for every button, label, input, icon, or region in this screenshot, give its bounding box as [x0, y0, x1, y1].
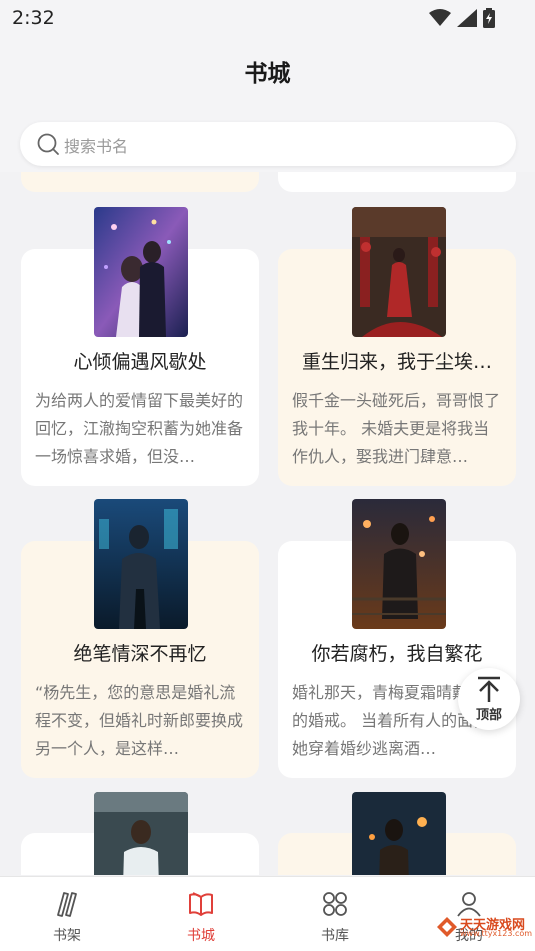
site-watermark: 天天游戏网 www.ttyx123.com — [436, 914, 532, 940]
book-cover-image[interactable] — [352, 207, 446, 337]
wifi-icon — [429, 9, 451, 26]
signal-icon — [457, 9, 477, 27]
search-bar-container: 搜索书名 — [0, 100, 535, 172]
back-to-top-label: 顶部 — [475, 708, 502, 723]
arrow-up-icon — [478, 676, 500, 702]
book-cover-image[interactable] — [94, 792, 188, 875]
search-icon — [37, 133, 59, 155]
nav-label: 书架 — [53, 928, 81, 944]
nav-label: 书城 — [187, 928, 215, 944]
nav-item-bookstore[interactable]: 书城 — [134, 877, 268, 951]
book-description: 为给两人的爱情留下最美好的回忆，江澈掏空积蓄为她准备一场惊喜求婚，但没… — [35, 391, 244, 466]
book-cover-image[interactable] — [94, 207, 188, 337]
status-time: 2:32 — [12, 7, 55, 29]
book-title: 心倾偏遇风歇处 — [73, 351, 207, 373]
battery-icon — [483, 8, 495, 28]
nav-item-library[interactable]: 书库 — [268, 877, 402, 951]
grid-icon — [323, 892, 347, 916]
book-grid[interactable]: 心倾偏遇风歇处 为给两人的爱情留下最美好的回忆，江澈掏空积蓄为她准备一场惊喜求婚… — [0, 166, 535, 875]
book-title: 绝笔情深不再忆 — [73, 643, 207, 665]
watermark-logo-icon — [437, 917, 457, 937]
page-title: 书城 — [244, 61, 291, 87]
book-title: 你若腐朽，我自繁花 — [311, 643, 483, 665]
status-bar: 2:32 — [0, 0, 535, 36]
bookshelf-icon — [57, 892, 77, 917]
back-to-top-button[interactable]: 顶部 — [458, 668, 520, 730]
book-title: 重生归来，我于尘埃… — [301, 351, 492, 373]
watermark-url: www.ttyx123.com — [460, 929, 533, 938]
book-open-icon — [189, 892, 213, 916]
book-cover-image[interactable] — [352, 792, 446, 875]
book-cover-image[interactable] — [352, 499, 446, 629]
search-input[interactable]: 搜索书名 — [20, 122, 516, 166]
page-header: 书城 — [0, 36, 535, 100]
status-icons — [429, 8, 495, 28]
book-description: 假千金一头碰死后，哥哥恨了我十年。 未婚夫更是将我当作仇人，娶我进门肆意… — [292, 391, 501, 466]
nav-label: 书库 — [321, 928, 349, 944]
book-description: “杨先生，您的意思是婚礼流程不变，但婚礼时新郎要换成另一个人，是这样… — [35, 683, 244, 758]
nav-item-bookshelf[interactable]: 书架 — [0, 877, 134, 951]
book-cover-image[interactable] — [94, 499, 188, 629]
search-placeholder: 搜索书名 — [64, 137, 129, 156]
